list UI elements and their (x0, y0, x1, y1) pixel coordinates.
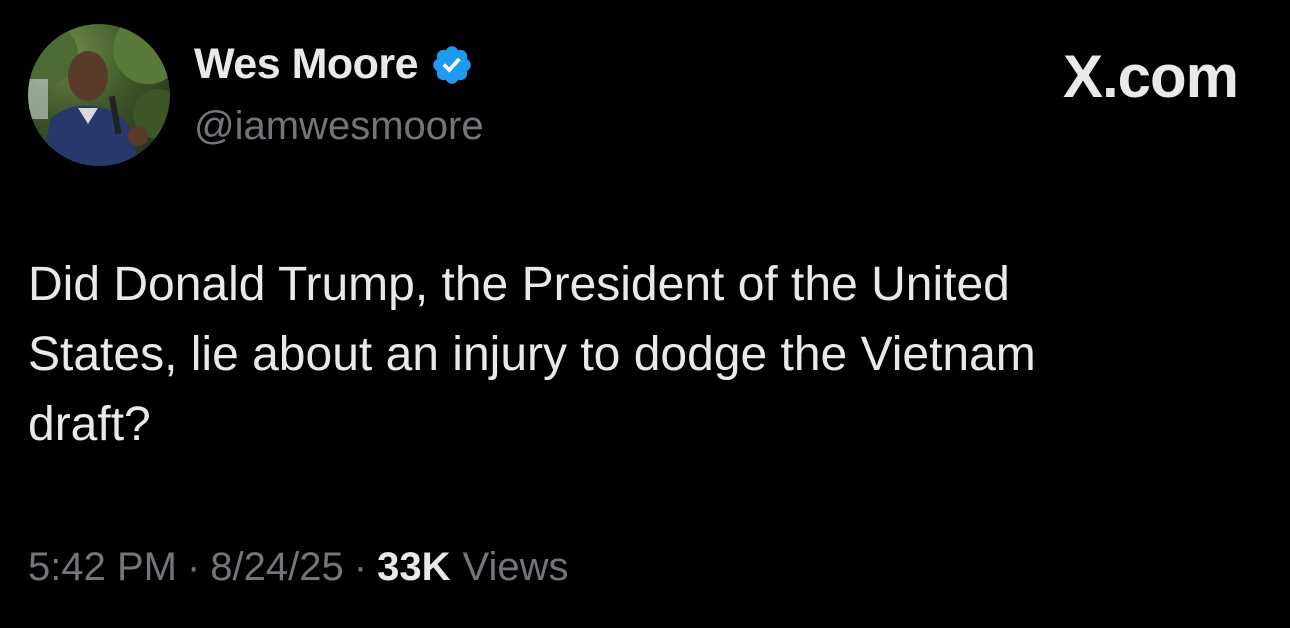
tweet-card: Wes Moore @iamwesmoore X.com Did Donald … (0, 0, 1290, 628)
tweet-time[interactable]: 5:42 PM (28, 545, 177, 590)
tweet-text: Did Donald Trump, the President of the U… (28, 258, 1036, 451)
verified-badge-icon (430, 43, 474, 87)
avatar[interactable] (28, 24, 170, 166)
author-display-name[interactable]: Wes Moore (194, 40, 419, 89)
views-count[interactable]: 33K (377, 545, 450, 590)
meta-separator: · (353, 545, 368, 589)
tweet-meta: 5:42 PM · 8/24/25 · 33K Views (28, 545, 568, 590)
brand-wordmark: X.com (1062, 43, 1239, 110)
author-name-row: Wes Moore (194, 40, 474, 89)
author-handle[interactable]: @iamwesmoore (194, 104, 484, 149)
avatar-image (28, 24, 170, 166)
tweet-date[interactable]: 8/24/25 (210, 545, 343, 590)
views-label[interactable]: Views (462, 545, 568, 590)
meta-separator: · (186, 545, 201, 589)
